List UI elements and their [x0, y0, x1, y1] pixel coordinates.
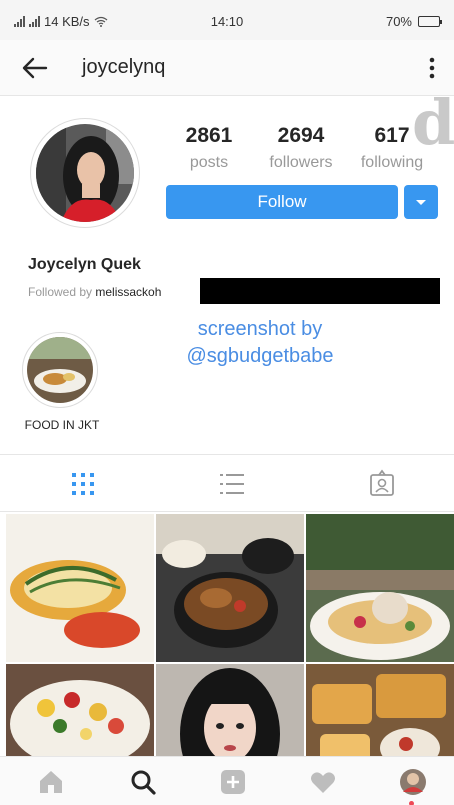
profile-username: joycelynq — [82, 56, 166, 78]
bottom-nav — [0, 756, 454, 805]
grid-icon[interactable] — [68, 469, 98, 499]
screenshot-credit: screenshot by @sgbudgetbabe — [160, 316, 360, 370]
battery-percent: 70% — [385, 14, 412, 29]
tagged-icon[interactable] — [367, 469, 397, 499]
list-icon[interactable] — [217, 469, 247, 499]
post-image — [306, 514, 454, 662]
stat-posts[interactable]: 2861 posts — [164, 124, 254, 172]
notification-dot — [409, 801, 414, 805]
posts-count: 2861 — [185, 124, 233, 147]
highlight-label: FOOD IN JKT — [24, 418, 100, 432]
redaction-bar — [200, 278, 440, 304]
follow-button[interactable]: Follow — [166, 185, 398, 219]
post-image — [306, 664, 454, 756]
post-thumbnail[interactable] — [156, 664, 304, 756]
back-arrow-icon[interactable] — [20, 54, 50, 82]
highlight-cover — [27, 337, 93, 403]
following-label: following — [360, 154, 424, 171]
post-thumbnail[interactable] — [6, 514, 154, 662]
profile-tabs — [0, 454, 454, 512]
top-bar: joycelynq — [0, 40, 454, 96]
followed-by: Followed by melissackoh — [28, 285, 161, 299]
profile-avatar-icon[interactable] — [398, 767, 428, 797]
battery-icon — [418, 16, 442, 27]
followed-by-user[interactable]: melissackoh — [95, 285, 161, 299]
post-image — [6, 664, 154, 756]
followers-count: 2694 — [277, 124, 325, 147]
post-thumbnail[interactable] — [6, 664, 154, 756]
home-icon[interactable] — [36, 767, 66, 797]
screenshot-credit-line2: @sgbudgetbabe — [186, 345, 334, 367]
following-count: 617 — [374, 124, 410, 147]
post-thumbnail[interactable] — [156, 514, 304, 662]
suggested-users-button[interactable] — [404, 185, 438, 219]
more-options-icon[interactable] — [422, 52, 442, 84]
food-image — [27, 337, 93, 403]
post-thumbnail[interactable] — [306, 664, 454, 756]
activity-heart-icon[interactable] — [308, 767, 338, 797]
portrait-image — [36, 124, 134, 222]
full-name: Joycelyn Quek — [28, 256, 141, 273]
followers-label: followers — [269, 154, 333, 171]
stat-following[interactable]: 617 following — [347, 124, 437, 172]
screenshot-credit-line1: screenshot by — [197, 318, 323, 340]
post-image — [156, 514, 304, 662]
profile-photo — [36, 124, 134, 222]
chevron-down-icon — [416, 200, 426, 205]
status-bar: 14 KB/s 14:10 70% — [0, 0, 454, 40]
posts-label: posts — [189, 154, 229, 171]
profile-avatar[interactable] — [30, 118, 140, 228]
followed-by-prefix: Followed by — [28, 285, 93, 299]
add-post-icon[interactable] — [218, 767, 248, 797]
post-thumbnail[interactable] — [306, 514, 454, 662]
post-grid — [6, 514, 454, 756]
status-right: 70% — [385, 14, 442, 29]
post-image — [6, 514, 154, 662]
post-image — [156, 664, 304, 756]
stat-followers[interactable]: 2694 followers — [256, 124, 346, 172]
story-highlight[interactable] — [22, 332, 98, 408]
search-icon[interactable] — [128, 767, 158, 797]
